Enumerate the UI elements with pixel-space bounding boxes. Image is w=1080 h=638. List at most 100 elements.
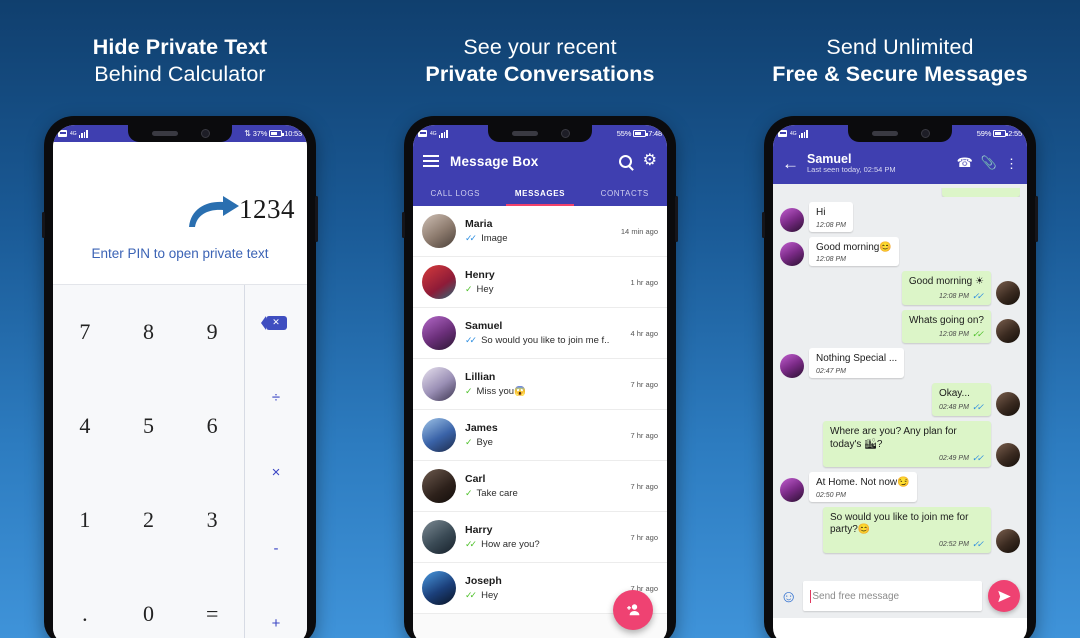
key-3[interactable]: 3	[207, 507, 218, 533]
chat-contact-info[interactable]: Samuel Last seen today, 02:54 PM	[807, 152, 949, 175]
key-0[interactable]: 0	[143, 601, 154, 627]
list-item[interactable]: Lillian ✓ Miss you😱 7 hr ago	[413, 359, 667, 410]
sim-icon	[58, 130, 67, 137]
double-check-icon: ✓✓	[465, 590, 477, 600]
tab-contacts[interactable]: CONTACTS	[582, 180, 667, 206]
tab-call-logs[interactable]: CALL LOGS	[413, 180, 498, 206]
status-left-1: 4G	[58, 130, 88, 138]
phone-icon[interactable]: ☎	[957, 155, 973, 171]
battery-percent-2: 55%	[616, 129, 632, 138]
bubble-text: At Home. Not now😏	[816, 477, 910, 488]
list-item[interactable]: Henry ✓ Hey 1 hr ago	[413, 257, 667, 308]
paperclip-icon[interactable]: 📎	[981, 155, 997, 171]
bubble-in: Good morning😊 12:08 PM	[809, 236, 899, 266]
key-equals[interactable]: =	[206, 601, 218, 627]
message-bubble[interactable]: Nothing Special ... 02:47 PM	[780, 348, 1020, 378]
bubble-out: Where are you? Any plan for today's 🏙? 0…	[823, 421, 991, 467]
key-multiply[interactable]: ×	[272, 464, 281, 481]
list-item-main: Carl ✓ Take care	[465, 473, 621, 499]
list-item[interactable]: Maria ✓✓ Image 14 min ago	[413, 206, 667, 257]
send-button[interactable]	[988, 580, 1020, 612]
preview-text: Miss you😱	[476, 386, 526, 397]
key-6[interactable]: 6	[207, 413, 218, 439]
message-input[interactable]: Send free message	[803, 581, 982, 611]
message-bubble[interactable]: Where are you? Any plan for today's 🏙? 0…	[780, 421, 1020, 467]
camera-icon	[921, 129, 930, 138]
overflow-menu-icon[interactable]: ⋮	[1005, 157, 1018, 170]
key-1[interactable]: 1	[79, 507, 90, 533]
bubble-time: 02:48 PM	[938, 404, 969, 411]
key-8[interactable]: 8	[143, 319, 154, 345]
list-item[interactable]: Harry ✓✓ How are you? 7 hr ago	[413, 512, 667, 563]
notch-3	[848, 125, 952, 142]
avatar	[422, 469, 456, 503]
timestamp: 7 hr ago	[630, 430, 658, 440]
sim-icon	[778, 130, 787, 137]
contact-name: Lillian	[465, 371, 496, 383]
message-preview: ✓ Hey	[465, 284, 621, 295]
list-item[interactable]: Samuel ✓✓ So would you like to join me f…	[413, 308, 667, 359]
app-title: Message Box	[450, 153, 539, 169]
timestamp: 1 hr ago	[630, 277, 658, 287]
timestamp: 7 hr ago	[630, 532, 658, 542]
battery-percent-1: 37%	[252, 129, 268, 138]
message-bubble[interactable]: Good morning😊 12:08 PM	[780, 236, 1020, 266]
camera-icon	[561, 129, 570, 138]
message-bubble[interactable]: So would you like to join me for party?😊…	[780, 506, 1020, 553]
emoji-icon[interactable]: ☺	[780, 588, 797, 605]
avatar	[422, 316, 456, 350]
preview-text: So would you like to join me f..	[481, 335, 610, 346]
tab-messages[interactable]: MESSAGES	[498, 180, 583, 206]
app-bar: Message Box ⚙	[413, 142, 667, 180]
panel-calculator: Hide Private Text Behind Calculator 4G ⇅	[0, 0, 360, 638]
hamburger-icon[interactable]	[423, 155, 439, 167]
number-keys: 7 8 9 4 5 6 1 2 3 . 0 =	[53, 285, 245, 638]
bubble-time: 12:08 PM	[816, 256, 846, 263]
gear-icon[interactable]: ⚙	[643, 153, 657, 169]
speaker-icon	[872, 131, 898, 136]
key-5[interactable]: 5	[143, 413, 154, 439]
double-check-icon: ✓✓	[465, 335, 477, 345]
message-bubble[interactable]: Good morning ☀ 12:08 PM ✓✓	[780, 271, 1020, 305]
headline-1: Hide Private Text Behind Calculator	[0, 0, 360, 88]
key-4[interactable]: 4	[79, 413, 90, 439]
key-decimal[interactable]: .	[82, 601, 88, 627]
phone-frame-2: 4G 55% 7:48 Message Box ⚙ CALL LOGS MESS…	[402, 116, 678, 638]
key-7[interactable]: 7	[79, 319, 90, 345]
message-bubble[interactable]: Hi 12:08 PM	[780, 202, 1020, 232]
phone-frame-1: 4G ⇅ 37% 10:53 1234 Enter PIN to open pr…	[42, 116, 318, 638]
key-minus[interactable]: -	[274, 540, 279, 557]
headline-1-line1: Hide Private Text	[92, 35, 268, 59]
avatar	[996, 528, 1020, 553]
bubble-meta: 12:08 PM ✓✓	[909, 291, 984, 302]
avatar	[422, 367, 456, 401]
clock-2: 7:48	[648, 129, 662, 138]
contact-name: Henry	[465, 269, 495, 281]
list-item-main: Henry ✓ Hey	[465, 269, 621, 295]
add-person-fab[interactable]	[613, 590, 653, 630]
key-2[interactable]: 2	[143, 507, 154, 533]
message-bubble[interactable]: Whats going on? 12:08 PM ✓✓	[780, 309, 1020, 343]
list-item[interactable]: Carl ✓ Take care 7 hr ago	[413, 461, 667, 512]
list-item-main: Lillian ✓ Miss you😱	[465, 371, 621, 397]
contact-name: Samuel	[465, 320, 503, 332]
headline-3-line1: Send Unlimited	[826, 35, 974, 59]
double-check-icon: ✓✓	[465, 233, 477, 243]
chat-messages[interactable]: Hi 12:08 PM Good morning😊 12:08 PM Good …	[773, 184, 1027, 618]
bubble-in: At Home. Not now😏 02:50 PM	[809, 472, 917, 502]
backspace-icon[interactable]: ✕	[260, 315, 287, 330]
bubble-text: Hi	[816, 207, 826, 218]
message-bubble[interactable]: Okay... 02:48 PM ✓✓	[780, 382, 1020, 416]
back-arrow-icon[interactable]: ←	[782, 155, 799, 172]
preview-text: How are you?	[481, 539, 540, 550]
key-divide[interactable]: ÷	[272, 389, 280, 406]
list-item[interactable]: James ✓ Bye 7 hr ago	[413, 410, 667, 461]
key-plus[interactable]: +	[272, 615, 281, 632]
message-bubble[interactable]: At Home. Not now😏 02:50 PM	[780, 472, 1020, 502]
avatar	[996, 280, 1020, 305]
list-item-main: Joseph ✓✓ Hey	[465, 575, 621, 601]
preview-text: Image	[481, 233, 508, 244]
search-icon[interactable]	[618, 154, 632, 168]
key-9[interactable]: 9	[207, 319, 218, 345]
conversation-list[interactable]: Maria ✓✓ Image 14 min ago Henry ✓ Hey 1 …	[413, 206, 667, 638]
